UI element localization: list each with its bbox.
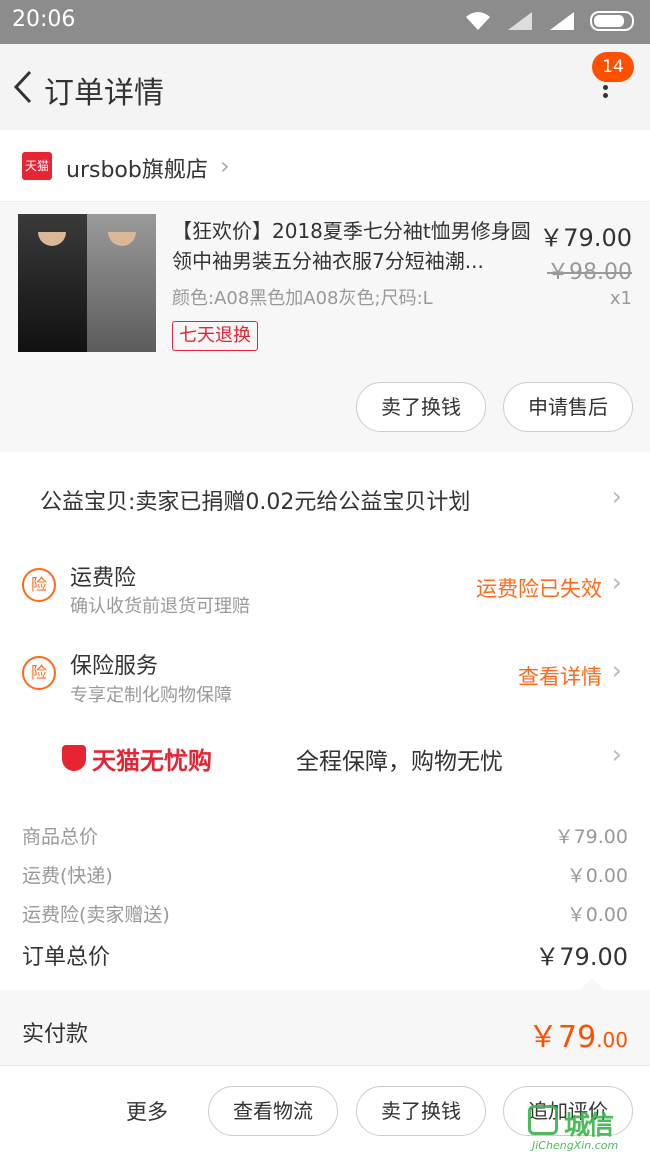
paid-row: 实付款 ￥79.00 xyxy=(0,990,650,1065)
watermark: 城信 JiChengXin.com xyxy=(528,1105,644,1153)
notification-badge: 14 xyxy=(592,52,634,82)
signal-icon xyxy=(550,12,574,30)
order-total-label: 订单总价 xyxy=(22,945,111,970)
dot-icon xyxy=(602,93,608,98)
summary-row: 商品总价 ￥79.00 xyxy=(22,816,628,852)
product-original-price: ￥98.00 xyxy=(547,260,632,285)
status-bar: 20:06 xyxy=(0,0,650,44)
product-image[interactable] xyxy=(18,214,156,352)
paid-label: 实付款 xyxy=(22,1022,89,1047)
insurance-title: 保险服务 xyxy=(70,654,159,679)
watermark-url: JiChengXin.com xyxy=(532,1139,619,1152)
shop-bar[interactable]: 天猫 ursbob旗舰店 › xyxy=(0,130,650,202)
dot-icon xyxy=(602,85,608,90)
signal-icon xyxy=(508,12,532,30)
product-name[interactable]: 【狂欢价】2018夏季七分袖t恤男修身圆领中袖男装五分袖衣服7分短袖潮... xyxy=(172,216,532,276)
paid-value: ￥79.00 xyxy=(528,1012,628,1056)
summary-value: ￥0.00 xyxy=(566,904,628,926)
product-spec: 颜色:A08黑色加A08灰色;尺码:L xyxy=(172,288,433,309)
battery-icon xyxy=(590,11,634,31)
insurance-detail-link: 查看详情 xyxy=(518,665,602,689)
after-sale-button[interactable]: 申请售后 xyxy=(503,382,633,432)
insurance-status: 运费险已失效 xyxy=(476,577,602,601)
summary-row: 运费险(卖家赠送) ￥0.00 xyxy=(22,894,628,930)
insurance-subtitle: 专享定制化购物保障 xyxy=(70,685,232,706)
wifi-icon xyxy=(466,12,490,30)
paid-value-decimal: .00 xyxy=(596,1028,628,1052)
shop-name: ursbob旗舰店 xyxy=(66,158,208,183)
summary-value: ￥79.00 xyxy=(554,826,628,848)
charity-row[interactable]: 公益宝贝:卖家已捐赠0.02元给公益宝贝计划 › xyxy=(0,452,650,548)
order-total-row: 订单总价 ￥79.00 xyxy=(22,935,628,975)
product-price: ￥79.00 xyxy=(539,224,632,252)
insurance-icon: 险 xyxy=(22,656,56,690)
status-icons xyxy=(464,10,638,32)
summary-row: 运费(快递) ￥0.00 xyxy=(22,855,628,891)
chevron-right-icon: › xyxy=(611,568,622,598)
back-button[interactable] xyxy=(6,62,46,112)
charity-text: 公益宝贝:卖家已捐赠0.02元给公益宝贝计划 xyxy=(40,490,471,515)
wuyou-text: 全程保障，购物无忧 xyxy=(296,749,503,775)
paid-value-main: ￥79 xyxy=(528,1020,597,1055)
tmall-wuyou-logo: 天猫无忧购 xyxy=(62,742,212,775)
chevron-right-icon: › xyxy=(611,740,622,770)
summary-label: 运费险(卖家赠送) xyxy=(22,904,170,926)
caret-pointer xyxy=(580,978,604,990)
summary-value: ￥0.00 xyxy=(566,865,628,887)
product-card: 【狂欢价】2018夏季七分袖t恤男修身圆领中袖男装五分袖衣服7分短袖潮... 颜… xyxy=(0,202,650,452)
more-actions-button[interactable]: 更多 xyxy=(126,1096,168,1126)
chevron-right-icon: › xyxy=(220,152,230,180)
status-time: 20:06 xyxy=(12,7,76,32)
tmall-logo-icon: 天猫 xyxy=(22,152,52,180)
insurance-subtitle: 确认收货前退货可理赔 xyxy=(70,596,250,617)
chevron-left-icon xyxy=(13,70,32,104)
chevron-right-icon: › xyxy=(611,656,622,686)
summary-label: 运费(快递) xyxy=(22,865,113,887)
page-title: 订单详情 xyxy=(44,76,164,111)
summary-label: 商品总价 xyxy=(22,826,99,848)
sell-button[interactable]: 卖了换钱 xyxy=(356,1086,486,1136)
view-logistics-button[interactable]: 查看物流 xyxy=(208,1086,338,1136)
watermark-text: 城信 xyxy=(564,1111,614,1141)
return-policy-tag: 七天退换 xyxy=(172,321,258,351)
nav-header: 订单详情 14 xyxy=(0,44,650,130)
insurance-title: 运费险 xyxy=(70,566,137,591)
chevron-right-icon: › xyxy=(611,482,622,512)
wuyou-logo-text: 天猫无忧购 xyxy=(92,746,212,775)
order-total-value: ￥79.00 xyxy=(535,943,628,971)
shield-icon xyxy=(62,745,86,771)
watermark-logo-icon xyxy=(528,1105,558,1135)
insurance-icon: 险 xyxy=(22,568,56,602)
product-quantity: x1 xyxy=(609,288,632,309)
sell-button[interactable]: 卖了换钱 xyxy=(356,382,486,432)
